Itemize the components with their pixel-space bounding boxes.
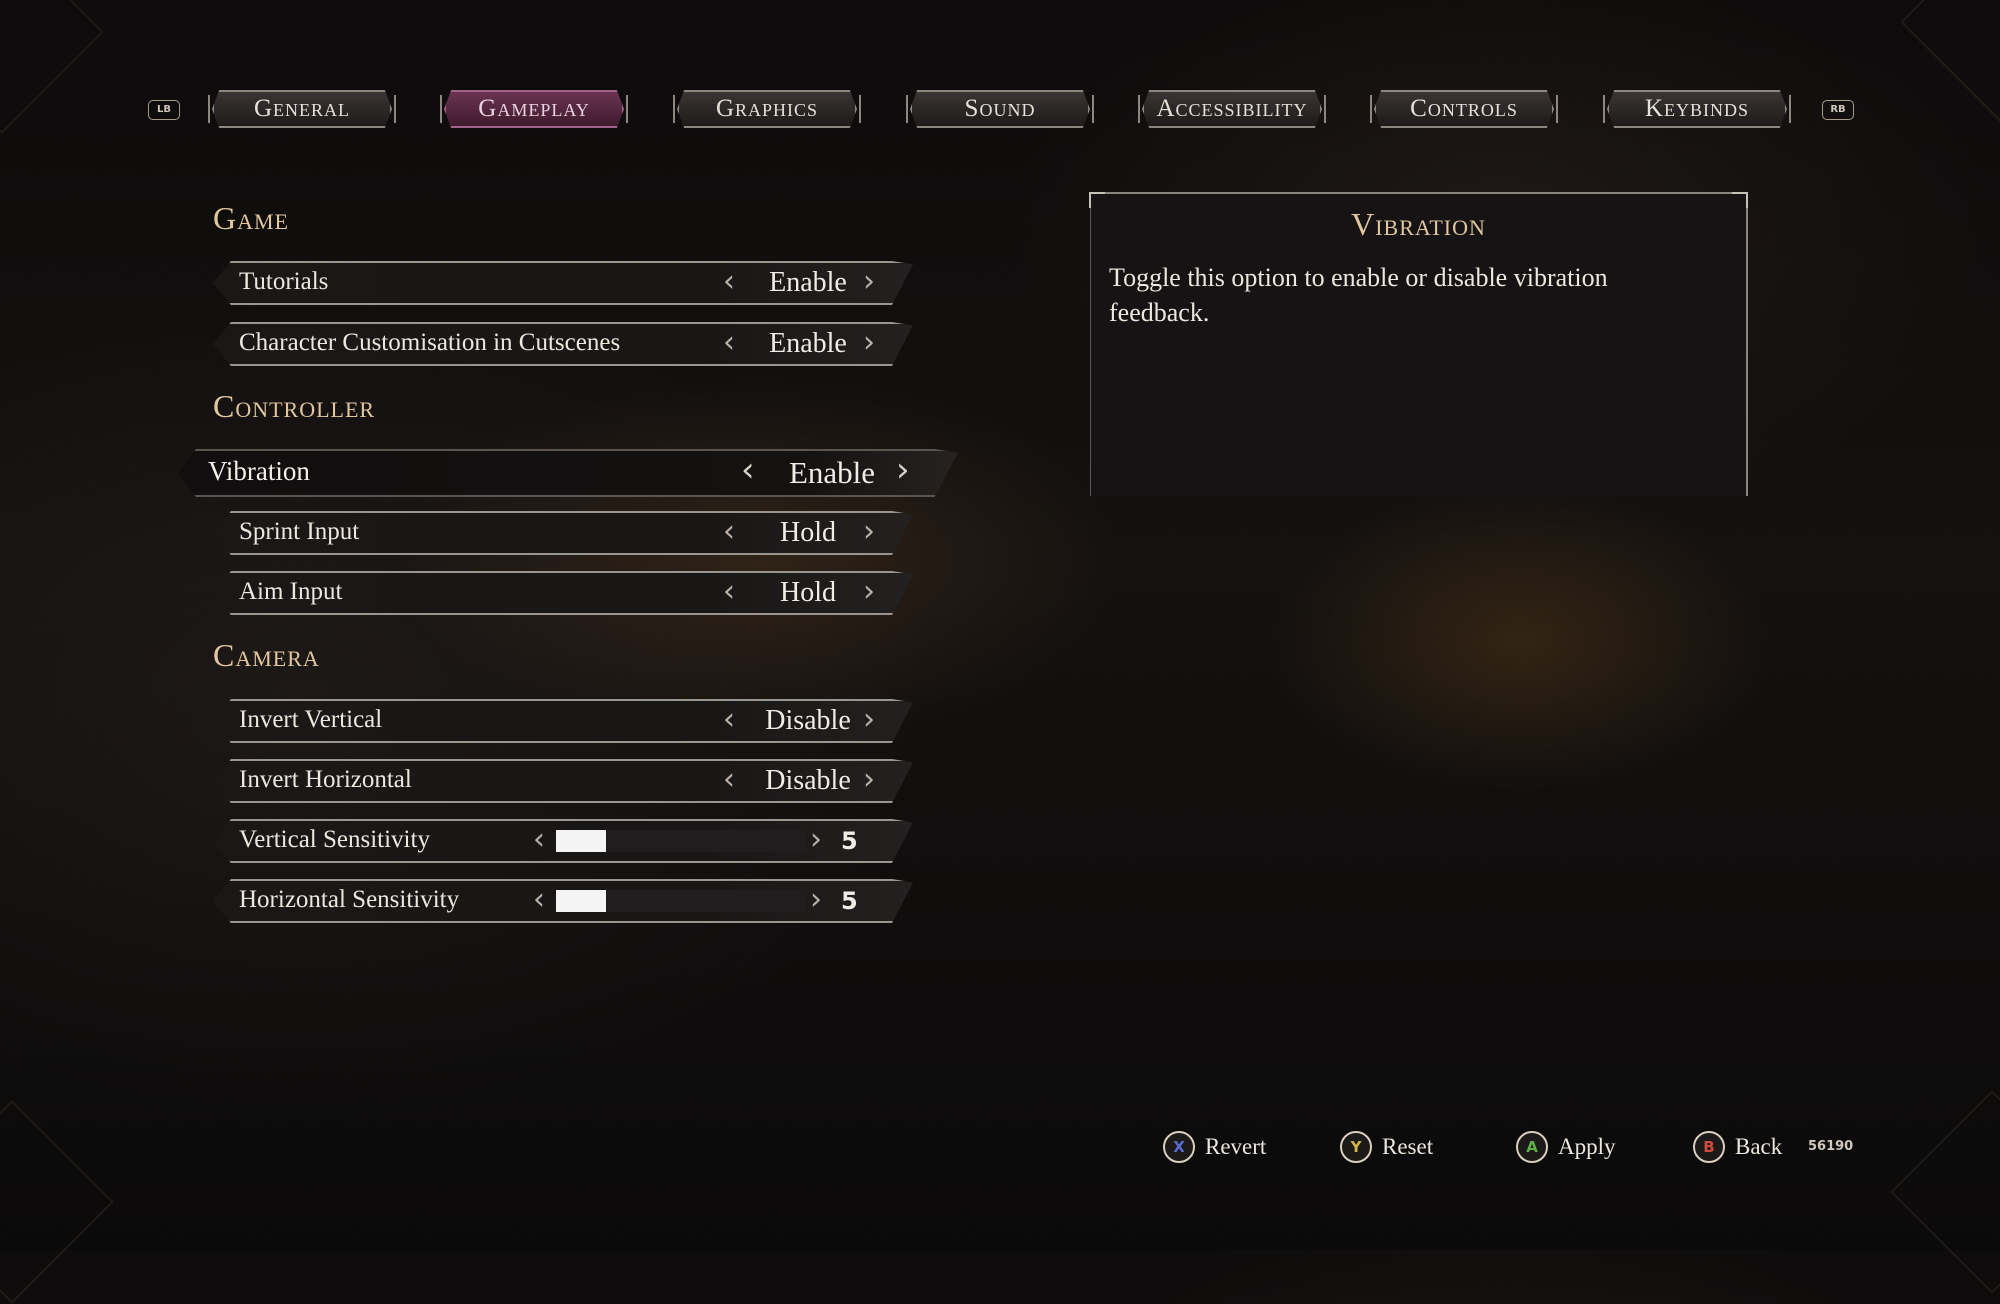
- setting-value: Enable: [769, 267, 847, 298]
- slider-value: 5: [841, 887, 858, 915]
- setting-row-vertical-sensitivity[interactable]: Vertical Sensitivity ‹ › 5: [213, 819, 913, 863]
- setting-value: Disable: [765, 705, 851, 736]
- tab-accessibility[interactable]: Accessibility: [1132, 88, 1332, 130]
- revert-button[interactable]: X Revert: [1163, 1130, 1266, 1164]
- horizontal-sensitivity-slider[interactable]: [556, 890, 806, 912]
- apply-label: Apply: [1558, 1134, 1616, 1159]
- tab-sound[interactable]: Sound: [900, 88, 1100, 130]
- chevron-left-icon[interactable]: ‹: [741, 453, 755, 487]
- setting-label: Character Customisation in Cutscenes: [239, 329, 621, 356]
- apply-button[interactable]: A Apply: [1516, 1130, 1616, 1164]
- x-button-icon: X: [1163, 1131, 1195, 1163]
- slider-fill: [556, 830, 606, 852]
- reset-label: Reset: [1382, 1134, 1434, 1159]
- setting-label: Invert Vertical: [239, 706, 383, 733]
- tab-controls[interactable]: Controls: [1364, 88, 1564, 130]
- chevron-right-icon[interactable]: ›: [863, 326, 875, 360]
- chevron-left-icon[interactable]: ‹: [723, 763, 735, 797]
- chevron-left-icon[interactable]: ‹: [723, 575, 735, 609]
- chevron-left-icon[interactable]: ‹: [533, 823, 545, 857]
- setting-row-aim-input[interactable]: Aim Input ‹ Hold ›: [213, 571, 913, 615]
- setting-value: Enable: [788, 455, 876, 490]
- vertical-sensitivity-slider[interactable]: [556, 830, 806, 852]
- chevron-right-icon[interactable]: ›: [810, 823, 822, 857]
- setting-label: Vibration: [208, 456, 310, 486]
- b-button-icon: B: [1693, 1131, 1725, 1163]
- setting-row-invert-horizontal[interactable]: Invert Horizontal ‹ Disable ›: [213, 759, 913, 803]
- section-title-controller: Controller: [213, 388, 376, 424]
- setting-label: Tutorials: [239, 268, 329, 295]
- corner-ornament: [1890, 1090, 2000, 1294]
- revert-label: Revert: [1205, 1134, 1267, 1159]
- tab-graphics[interactable]: Graphics: [667, 88, 867, 130]
- section-title-game: Game: [213, 200, 289, 236]
- setting-label: Aim Input: [239, 578, 343, 605]
- setting-row-tutorials[interactable]: Tutorials ‹ Enable ›: [213, 261, 913, 305]
- back-button[interactable]: B Back: [1693, 1130, 1782, 1164]
- tab-gameplay[interactable]: Gameplay: [434, 88, 634, 130]
- setting-row-character-customisation[interactable]: Character Customisation in Cutscenes ‹ E…: [213, 322, 913, 366]
- chevron-left-icon[interactable]: ‹: [533, 883, 545, 917]
- slider-fill: [556, 890, 606, 912]
- chevron-left-icon[interactable]: ‹: [723, 703, 735, 737]
- setting-label: Horizontal Sensitivity: [239, 886, 460, 913]
- tab-keybinds[interactable]: Keybinds: [1597, 88, 1797, 130]
- build-id: 56190: [1808, 1139, 1854, 1154]
- description-panel: Vibration Toggle this option to enable o…: [1089, 192, 1748, 496]
- setting-label: Invert Horizontal: [239, 766, 412, 793]
- lb-bumper-icon[interactable]: LB: [148, 100, 180, 120]
- corner-ornament: [1900, 0, 2000, 124]
- tab-general[interactable]: General: [202, 88, 402, 130]
- section-title-camera: Camera: [213, 637, 320, 673]
- corner-ornament: [0, 0, 104, 134]
- chevron-left-icon[interactable]: ‹: [723, 515, 735, 549]
- chevron-right-icon[interactable]: ›: [863, 265, 875, 299]
- back-label: Back: [1735, 1134, 1783, 1159]
- chevron-right-icon[interactable]: ›: [863, 763, 875, 797]
- chevron-left-icon[interactable]: ‹: [723, 326, 735, 360]
- setting-row-vibration[interactable]: Vibration ‹ Enable ›: [178, 449, 958, 497]
- setting-value: Disable: [765, 765, 851, 796]
- chevron-right-icon[interactable]: ›: [863, 575, 875, 609]
- chevron-right-icon[interactable]: ›: [896, 453, 910, 487]
- slider-value: 5: [841, 827, 858, 855]
- setting-value: Hold: [780, 577, 836, 608]
- a-button-icon: A: [1516, 1131, 1548, 1163]
- chevron-right-icon[interactable]: ›: [863, 515, 875, 549]
- setting-row-sprint-input[interactable]: Sprint Input ‹ Hold ›: [213, 511, 913, 555]
- reset-button[interactable]: Y Reset: [1340, 1130, 1433, 1164]
- chevron-left-icon[interactable]: ‹: [723, 265, 735, 299]
- setting-label: Sprint Input: [239, 518, 360, 545]
- setting-value: Hold: [780, 517, 836, 548]
- chevron-right-icon[interactable]: ›: [863, 703, 875, 737]
- description-title: Vibration: [1351, 206, 1486, 242]
- setting-label: Vertical Sensitivity: [239, 826, 430, 853]
- setting-row-invert-vertical[interactable]: Invert Vertical ‹ Disable ›: [213, 699, 913, 743]
- corner-ornament: [0, 1100, 114, 1304]
- setting-value: Enable: [769, 328, 847, 359]
- setting-row-horizontal-sensitivity[interactable]: Horizontal Sensitivity ‹ › 5: [213, 879, 913, 923]
- rb-bumper-icon[interactable]: RB: [1822, 100, 1854, 120]
- description-text: Toggle this option to enable or disable …: [1109, 263, 1608, 327]
- chevron-right-icon[interactable]: ›: [810, 883, 822, 917]
- y-button-icon: Y: [1340, 1131, 1372, 1163]
